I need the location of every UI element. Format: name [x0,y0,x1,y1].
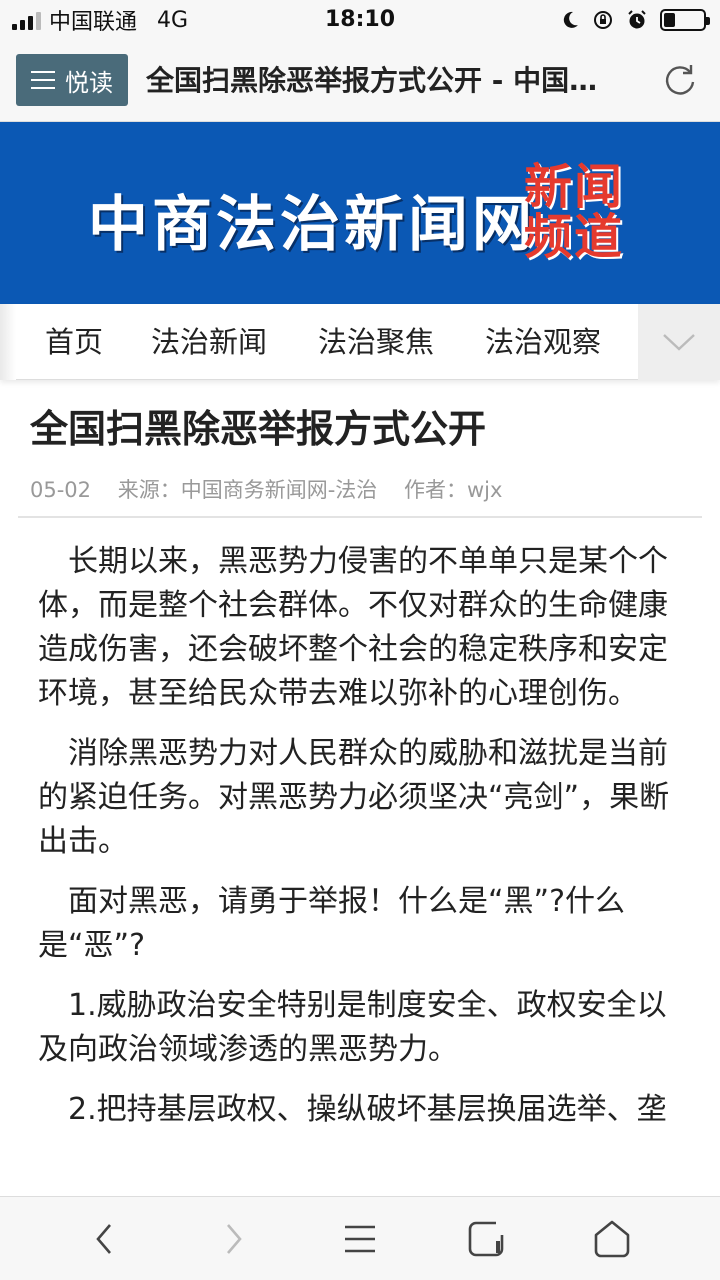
site-banner: 中商法治新闻网 新闻 频道 [0,122,720,304]
nav-item-legal-news[interactable]: 法治新闻 [151,304,267,380]
article-author: 作者：wjx [403,478,503,502]
channel-line-2: 频道 [524,209,625,265]
article-date: 05-02 [30,478,92,502]
divider [18,516,702,518]
menu-button[interactable] [332,1211,388,1267]
menu-icon [345,1225,375,1253]
battery-icon [660,9,710,31]
nav-scroll-edge [0,304,16,380]
back-button[interactable] [76,1211,132,1267]
article-paragraph: 2.把持基层政权、操纵破坏基层换届选举、垄 [68,1092,667,1127]
article-paragraph: 1.威胁政治安全特别是制度安全、政权安全以及向政治领域渗透的黑恶势力。 [38,988,667,1067]
status-right [560,0,710,40]
site-logo-name: 中商法治新闻网 [88,190,536,260]
article-paragraph: 长期以来，黑恶势力侵害的不单单只是某个个体，而是整个社会群体。不仅对群众的生命健… [38,544,668,711]
article-source: 来源：中国商务新闻网-法治 [117,478,378,502]
bottom-toolbar [0,1196,720,1280]
forward-icon [227,1224,242,1254]
category-nav: 首页 法治新闻 法治聚焦 法治观察 [0,304,720,380]
back-icon [96,1224,111,1254]
status-bar: 中国联通 4G 18:10 [0,0,720,40]
nav-item-legal-focus[interactable]: 法治聚焦 [318,304,434,380]
article-title: 全国扫黑除恶举报方式公开 [30,407,487,451]
refresh-icon[interactable] [662,62,698,98]
article-paragraph: 面对黑恶，请勇于举报！什么是“黑”?什么是“恶”? [38,884,626,963]
list-icon [31,71,55,89]
forward-button[interactable] [206,1211,262,1267]
channel-logo: 新闻 频道 [524,162,636,262]
chevron-down-icon [663,334,695,351]
article-paragraph: 消除黑恶势力对人民群众的威胁和滋扰是当前的紧迫任务。对黑恶势力必须坚决“亮剑”，… [38,736,670,859]
article-meta: 05-02 来源：中国商务新闻网-法治 作者：wjx [30,474,522,504]
channel-line-1: 新闻 [524,159,625,215]
reader-mode-button[interactable]: 悦读 [16,54,128,106]
address-title[interactable]: 全国扫黑除恶举报方式公开 - 中国… [146,58,646,104]
reader-mode-label: 悦读 [65,68,113,97]
nav-item-home[interactable]: 首页 [45,304,103,380]
alarm-icon [628,10,646,29]
home-button[interactable] [584,1211,640,1267]
moon-icon [563,11,578,28]
article-body: 长期以来，黑恶势力侵害的不单单只是某个个体，而是整个社会群体。不仅对群众的生命健… [38,540,688,1148]
rotation-lock-icon [594,11,612,29]
home-icon [594,1220,630,1258]
nav-expand-button[interactable] [638,304,720,380]
tabs-icon [468,1221,504,1257]
browser-bar: 悦读 全国扫黑除恶举报方式公开 - 中国… [0,40,720,122]
tabs-button[interactable] [458,1211,514,1267]
nav-item-legal-observation[interactable]: 法治观察 [485,304,601,380]
